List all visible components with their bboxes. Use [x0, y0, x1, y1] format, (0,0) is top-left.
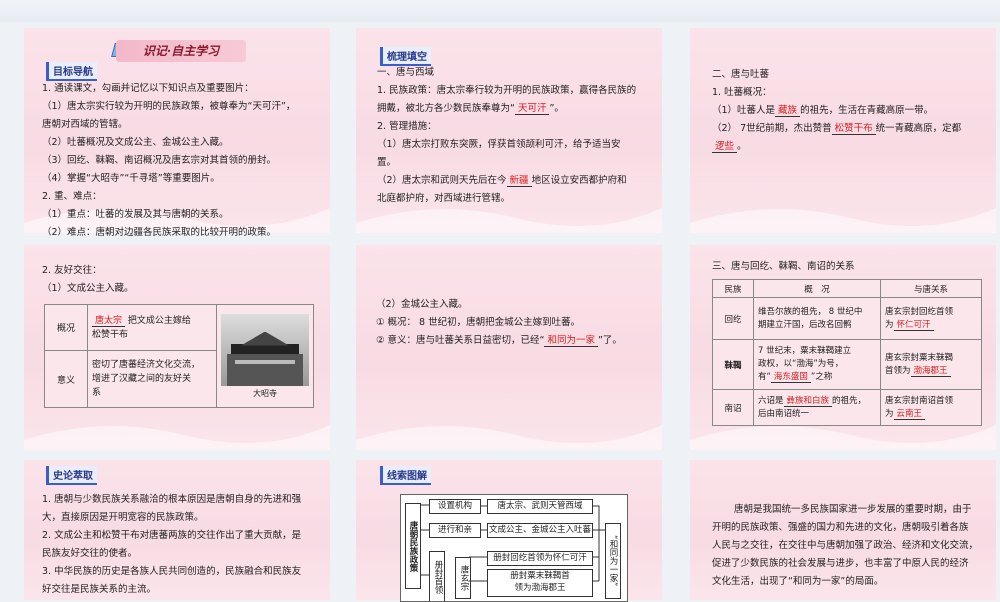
line: 逻些。: [712, 138, 961, 156]
diagram-node: 进行和亲: [429, 523, 481, 538]
fill-answer: 云南王: [893, 408, 926, 420]
diagram-leaf: 文成公主、金城公主入吐蕃: [487, 523, 593, 538]
line: （1）重点：吐蕃的发展及其与唐朝的关系。: [42, 209, 229, 220]
line: （1）文成公主入藏。: [42, 283, 134, 294]
diagram-node: 唐玄宗: [455, 557, 471, 599]
line: 北庭都护府，对西域进行管辖。: [377, 193, 511, 204]
fill-answer: 和同为一家: [544, 335, 598, 347]
line: 唐朝是我国统一多民族国家进一步发展的重要时期，由于: [734, 504, 972, 515]
line: （2） 7世纪前期，杰出赞普 松赞干布 统一青藏高原，定都: [712, 123, 962, 135]
diagram-leaf: 册封粟末靺鞨首 领为渤海郡王: [487, 569, 593, 597]
tag-summary: 史论萃取: [46, 466, 97, 485]
dazhao-temple-image: [221, 313, 309, 386]
line: ② 意义：唐与吐蕃关系日益密切，已经“ 和同为一家 ”了。: [376, 335, 622, 347]
tag-goal: 目标导航: [46, 62, 97, 81]
photo-cell: 大昭寺: [216, 304, 314, 408]
ethnic-name: 靺鞨: [712, 339, 754, 390]
goal-text: 1. 通读课文，勾画并记忆以下知识点及重要图片： （1）唐太宗实行较为开明的民族…: [42, 80, 295, 242]
tag-diagram: 线索图解: [380, 466, 431, 485]
line: 2. 友好交往：: [42, 265, 102, 276]
line: 置。: [377, 157, 397, 168]
col-header: 民族: [712, 279, 754, 298]
line: 1. 吐蕃概况：: [712, 87, 772, 98]
line: 促进了少数民族的社会发展与进步，也丰富了中原人民的经济: [712, 558, 969, 569]
row-header: 意义: [44, 350, 88, 408]
wencheng-table: 概况 唐太宗 把文成公主嫁给 松赞干布 大昭寺 意义 密切了唐蕃经济文化交流， 增进…: [44, 303, 314, 408]
line: 人民与之交往，在交往中与唐朝加强了政治、经济和文化交流，: [712, 540, 979, 551]
col-header: 概 况: [753, 279, 881, 298]
wave-decoration: [24, 425, 330, 450]
fill-answer: 唐太宗: [92, 315, 126, 327]
slide-5-text: （2）金城公主入藏。 ① 概况： 8 世纪初，唐朝把金城公主嫁到吐蕃。 ② 意义…: [376, 296, 622, 350]
line: （2）金城公主入藏。: [376, 299, 468, 310]
line: 大，直接原因是开明宽容的民族政策。: [42, 512, 204, 523]
top-band: [0, 0, 1000, 22]
fill-answer: 新疆: [506, 175, 532, 187]
line: 2. 文成公主和松赞干布对唐蕃两族的交往作出了重大贡献，是: [42, 530, 302, 541]
line: （1）吐蕃人是 藏族 的祖先，生活在青藏高原一带。: [712, 105, 934, 117]
line: 好交往是民族关系的主流。: [42, 584, 157, 595]
diagram-node: 册封首领: [429, 551, 445, 601]
fill-answer: 松赞干布: [831, 123, 876, 135]
heading: 三、唐与回纥、靺鞨、南诏的关系: [712, 261, 855, 272]
line: （3）回纥、靺鞨、南诏概况及唐玄宗对其首领的册封。: [42, 155, 277, 166]
fill-answer: 海东盛国: [770, 372, 811, 383]
line: 拥戴，被北方各少数民族奉尊为“ 天可汗”。: [377, 103, 564, 115]
line: 1. 民族政策：唐太宗奉行较为开明的民族政策，赢得各民族的: [377, 85, 637, 96]
ethnic-desc: 六诏是 彝族和白族 的祖先， 后由南诏统一: [753, 389, 881, 426]
ethnic-desc: 7 世纪末，粟末靺鞨建立 政权，以“渤海”为号， 有“ 海东盛国 ”之称: [753, 339, 881, 390]
line: （1）唐太宗实行较为开明的民族政策，被尊奉为“天可汗”，: [42, 101, 296, 112]
banner-title: 识记·自主学习: [116, 40, 246, 62]
diagram-root: 唐朝民族政策: [405, 503, 421, 589]
diagram-leaf: 唐太宗、武则天管西域: [487, 499, 593, 514]
line: 2. 管理措施：: [377, 121, 437, 132]
fill-answer: 渤海郡王: [910, 365, 951, 377]
ethnic-name: 南诏: [712, 389, 754, 426]
line: 1. 唐朝与少数民族关系融洽的根本原因是唐朝自身的先进和强: [42, 494, 302, 505]
diagram-leaf: 册封回纥首领为怀仁可汗: [487, 551, 593, 566]
line: 2. 重、难点：: [42, 191, 102, 202]
slide-3-text: 二、唐与吐蕃 1. 吐蕃概况： （1）吐蕃人是 藏族 的祖先，生活在青藏高原一带。 …: [712, 66, 961, 156]
heading: 一、唐与西域: [377, 67, 435, 78]
diagram-node: 设置机构: [429, 499, 481, 514]
clue-diagram: 唐朝民族政策 设置机构 进行和亲 册封首领 唐玄宗 唐太宗、武则天管西域 文成公…: [400, 494, 628, 602]
fill-answer: 怀仁可汗: [893, 319, 934, 331]
ethnic-relation: 唐玄宗封南诏首领为云南王: [880, 389, 982, 426]
ethnic-desc: 维吾尔族的祖先， 8 世纪中 期建立汗国，后改名回鹘: [753, 297, 881, 340]
slide-7-text: 1. 唐朝与少数民族关系融洽的根本原因是唐朝自身的先进和强 大，直接原因是开明宽…: [42, 491, 301, 599]
slide-9-text: 唐朝是我国统一多民族国家进一步发展的重要时期，由于 开明的民族政策、强盛的国力和…: [712, 501, 978, 591]
relations-table: 民族 概 况 与唐关系 回纥 维吾尔族的祖先， 8 世纪中 期建立汗国，后改名回鹘…: [712, 279, 982, 426]
col-header: 与唐关系: [880, 279, 982, 298]
slide-2-text: 一、唐与西域 1. 民族政策：唐太宗奉行较为开明的民族政策，赢得各民族的 拥戴，…: [377, 64, 636, 208]
fill-answer: 逻些: [712, 141, 738, 153]
diagram-result: “和同为一家”: [605, 523, 621, 599]
line: 开明的民族政策、强盛的国力和先进的文化，唐朝吸引着各族: [712, 522, 969, 533]
fill-answer: 天可汗: [514, 103, 550, 115]
row-content: 密切了唐蕃经济文化交流， 增进了汉藏之间的友好关系: [87, 350, 217, 408]
fill-answer: 藏族: [775, 105, 801, 117]
line: （2）难点：唐朝对边疆各民族采取的比较开明的政策。: [42, 227, 277, 238]
ethnic-relation: 唐玄宗封回纥首领为怀仁可汗: [880, 297, 982, 340]
line: ① 概况： 8 世纪初，唐朝把金城公主嫁到吐蕃。: [376, 317, 581, 328]
line: 唐朝对西域的管辖。: [42, 119, 128, 130]
fill-answer: 彝族和白族: [783, 395, 833, 407]
line: （2）吐蕃概况及文成公主、金城公主入藏。: [42, 137, 229, 148]
line: 3. 中华民族的历史是各族人民共同创造的，民族融合和民族友: [42, 566, 302, 577]
line: 文化生活，出现了“和同为一家”的局面。: [712, 576, 884, 587]
line: （2）唐太宗和武则天先后在今 新疆 地区设立安西都护府和: [377, 175, 627, 187]
wave-decoration: [356, 425, 662, 450]
line: 1. 通读课文，勾画并记忆以下知识点及重要图片：: [42, 83, 254, 94]
line: （1）唐太宗打败东突厥，俘获首领颉利可汗，给予适当安: [377, 139, 621, 150]
line: 民族友好交往的使者。: [42, 548, 138, 559]
line: （4）掌握“大昭寺”“千寻塔”等重要图片。: [42, 173, 220, 184]
heading: 二、唐与吐蕃: [712, 69, 770, 80]
slide-4-text: 2. 友好交往： （1）文成公主入藏。: [42, 262, 134, 298]
row-header: 概况: [44, 303, 88, 352]
ethnic-relation: 唐玄宗封粟末靺鞨 首领为 渤海郡王: [880, 339, 982, 390]
ethnic-name: 回纥: [712, 297, 754, 340]
wave-decoration: [690, 208, 996, 233]
image-caption: 大昭寺: [253, 388, 277, 398]
row-content: 唐太宗 把文成公主嫁给 松赞干布: [87, 303, 217, 352]
